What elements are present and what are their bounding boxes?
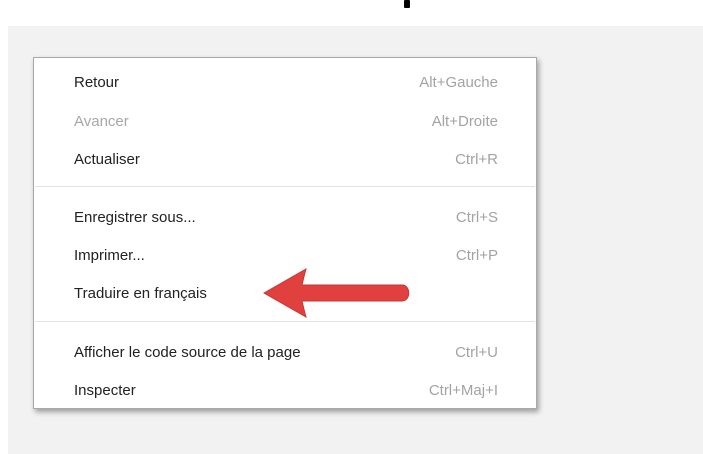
menu-item-shortcut: Ctrl+U [455, 344, 498, 361]
menu-item-shortcut: Alt+Droite [431, 113, 498, 130]
context-menu: Retour Alt+Gauche Avancer Alt+Droite Act… [33, 57, 537, 409]
top-edge-mark [404, 0, 410, 8]
red-arrow-shape [262, 267, 410, 319]
menu-item-label: Traduire en français [74, 285, 207, 302]
menu-item-label: Inspecter [74, 382, 136, 399]
menu-item-label: Afficher le code source de la page [74, 344, 301, 361]
menu-separator [35, 186, 535, 187]
menu-item-label: Actualiser [74, 151, 140, 168]
menu-item-actualiser[interactable]: Actualiser Ctrl+R [34, 141, 536, 179]
menu-item-shortcut: Ctrl+P [455, 247, 498, 264]
menu-item-inspecter[interactable]: Inspecter Ctrl+Maj+I [34, 372, 536, 410]
menu-item-retour[interactable]: Retour Alt+Gauche [34, 64, 536, 102]
menu-separator [35, 321, 535, 322]
red-arrow-icon [262, 267, 410, 319]
menu-item-view-source[interactable]: Afficher le code source de la page Ctrl+… [34, 334, 536, 372]
menu-item-shortcut: Ctrl+R [455, 151, 498, 168]
menu-item-enregistrer-sous[interactable]: Enregistrer sous... Ctrl+S [34, 199, 536, 237]
menu-item-shortcut: Ctrl+S [455, 209, 498, 226]
menu-item-label: Avancer [74, 113, 129, 130]
menu-item-shortcut: Alt+Gauche [419, 74, 498, 91]
menu-item-avancer: Avancer Alt+Droite [34, 103, 536, 141]
menu-item-shortcut: Ctrl+Maj+I [428, 382, 498, 399]
menu-item-label: Retour [74, 74, 120, 91]
menu-item-label: Enregistrer sous... [74, 209, 196, 226]
menu-item-label: Imprimer... [74, 247, 145, 264]
